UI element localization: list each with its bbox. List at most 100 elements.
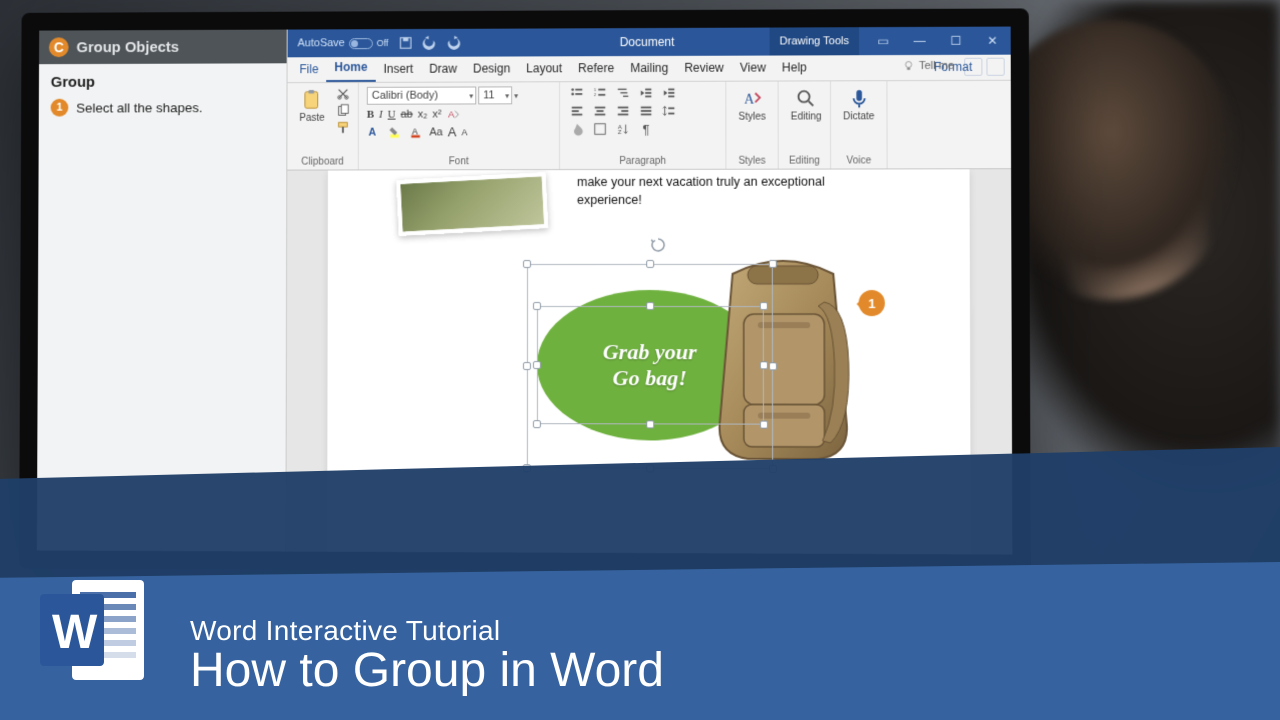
tab-view[interactable]: View xyxy=(732,57,774,81)
handle-bm[interactable] xyxy=(646,420,654,428)
svg-text:Z: Z xyxy=(618,129,622,136)
font-color-icon[interactable]: A xyxy=(408,125,424,139)
dictate-button[interactable]: Dictate xyxy=(839,85,879,124)
editing-label: Editing xyxy=(791,111,822,122)
microphone-icon xyxy=(848,87,870,109)
paste-icon xyxy=(301,89,323,111)
handle-tl[interactable] xyxy=(533,302,541,310)
banner-title: How to Group in Word xyxy=(190,643,664,698)
handle-br[interactable] xyxy=(760,421,768,429)
align-center-icon[interactable] xyxy=(591,104,609,118)
comments-icon[interactable] xyxy=(986,58,1004,76)
tab-layout[interactable]: Layout xyxy=(518,57,570,81)
tab-insert[interactable]: Insert xyxy=(375,58,421,82)
change-case-button[interactable]: Aa xyxy=(429,126,442,138)
minimize-icon[interactable]: — xyxy=(901,27,937,55)
selection-textbox[interactable] xyxy=(537,306,764,425)
undo-icon[interactable] xyxy=(422,36,436,50)
group-voice: Dictate Voice xyxy=(831,81,888,168)
handle-tr[interactable] xyxy=(760,302,768,310)
align-left-icon[interactable] xyxy=(568,104,586,118)
close-icon[interactable]: ✕ xyxy=(974,27,1011,55)
bullets-icon[interactable] xyxy=(568,86,586,100)
superscript-button[interactable]: x² xyxy=(432,109,441,121)
svg-text:A: A xyxy=(412,126,418,136)
group-paragraph: 12 xyxy=(560,82,726,169)
text-effects-icon[interactable]: A xyxy=(367,125,383,139)
share-icon[interactable] xyxy=(964,58,982,76)
numbering-icon[interactable]: 12 xyxy=(591,86,609,100)
tell-me-search[interactable]: Tell me xyxy=(903,60,954,72)
ribbon-tabs: File Home Insert Draw Design Layout Refe… xyxy=(288,55,1011,83)
group-label-styles: Styles xyxy=(734,154,769,167)
maximize-icon[interactable]: ☐ xyxy=(938,27,974,55)
ribbon-display-options-icon[interactable]: ▭ xyxy=(865,27,901,55)
shrink-font-button[interactable]: A xyxy=(461,127,467,137)
step-callout-1: 1 xyxy=(859,290,885,316)
paste-button[interactable]: Paste xyxy=(295,87,328,126)
titlebar: AutoSave Off Document Drawing Tools ▭ — … xyxy=(288,27,1011,58)
rotate-handle-icon[interactable] xyxy=(649,236,667,254)
handle-tm[interactable] xyxy=(646,302,654,310)
share-buttons[interactable] xyxy=(964,58,1005,76)
document-body-text[interactable]: make your next vacation truly an excepti… xyxy=(577,173,879,209)
document-title: Document xyxy=(620,35,675,49)
handle-ml[interactable] xyxy=(533,361,541,369)
show-hide-icon[interactable]: ¶ xyxy=(637,122,655,136)
autosave-toggle[interactable]: AutoSave Off xyxy=(298,37,389,49)
grow-font-button[interactable]: A xyxy=(448,124,457,139)
underline-button[interactable]: U xyxy=(388,109,396,121)
format-painter-icon[interactable] xyxy=(335,121,351,135)
increase-indent-icon[interactable] xyxy=(660,86,678,100)
bold-button[interactable]: B xyxy=(367,109,374,121)
tutorial-header-title: Group Objects xyxy=(76,38,179,55)
borders-icon[interactable] xyxy=(591,122,609,136)
save-icon[interactable] xyxy=(398,36,412,50)
handle-ml[interactable] xyxy=(523,362,531,370)
cut-icon[interactable] xyxy=(335,87,351,101)
styles-button[interactable]: A Styles xyxy=(734,86,769,125)
decrease-indent-icon[interactable] xyxy=(637,86,655,100)
redo-icon[interactable] xyxy=(446,36,460,50)
copy-icon[interactable] xyxy=(335,104,351,118)
font-size-combo[interactable]: 11 xyxy=(478,86,512,104)
autosave-label: AutoSave xyxy=(298,37,345,49)
svg-text:A: A xyxy=(448,110,455,121)
inserted-photo[interactable] xyxy=(396,172,548,236)
tab-home[interactable]: Home xyxy=(327,56,376,82)
styles-icon: A xyxy=(741,88,763,110)
align-right-icon[interactable] xyxy=(614,104,632,118)
tab-mailings[interactable]: Mailing xyxy=(622,57,676,81)
group-editing: Editing Editing xyxy=(779,81,832,168)
strikethrough-button[interactable]: ab xyxy=(401,109,413,121)
justify-icon[interactable] xyxy=(637,104,655,118)
toggle-icon[interactable] xyxy=(349,38,373,49)
handle-bl[interactable] xyxy=(533,420,541,428)
tab-help[interactable]: Help xyxy=(774,56,815,80)
handle-tr[interactable] xyxy=(769,260,777,268)
font-name-combo[interactable]: Calibri (Body) xyxy=(367,87,476,105)
contextual-tab-drawing-tools[interactable]: Drawing Tools xyxy=(770,27,860,55)
clear-format-icon[interactable]: A xyxy=(447,107,461,121)
italic-button[interactable]: I xyxy=(379,109,383,121)
tab-file[interactable]: File xyxy=(291,58,326,82)
highlight-icon[interactable] xyxy=(388,125,404,139)
lightbulb-icon xyxy=(903,60,915,72)
tab-references[interactable]: Refere xyxy=(570,57,622,81)
multilevel-list-icon[interactable] xyxy=(614,86,632,100)
paste-label: Paste xyxy=(299,113,324,124)
line-spacing-icon[interactable] xyxy=(660,104,678,118)
handle-tm[interactable] xyxy=(646,260,654,268)
find-icon xyxy=(795,87,817,109)
handle-tl[interactable] xyxy=(523,260,531,268)
shading-icon[interactable] xyxy=(568,122,586,136)
subscript-button[interactable]: x₂ xyxy=(418,109,428,121)
handle-mr[interactable] xyxy=(760,361,768,369)
dictate-label: Dictate xyxy=(843,111,874,122)
sort-icon[interactable]: AZ xyxy=(614,122,632,136)
tab-design[interactable]: Design xyxy=(465,57,518,81)
editing-button[interactable]: Editing xyxy=(787,85,826,124)
handle-mr[interactable] xyxy=(769,362,777,370)
tab-review[interactable]: Review xyxy=(676,57,732,81)
tab-draw[interactable]: Draw xyxy=(421,58,465,82)
